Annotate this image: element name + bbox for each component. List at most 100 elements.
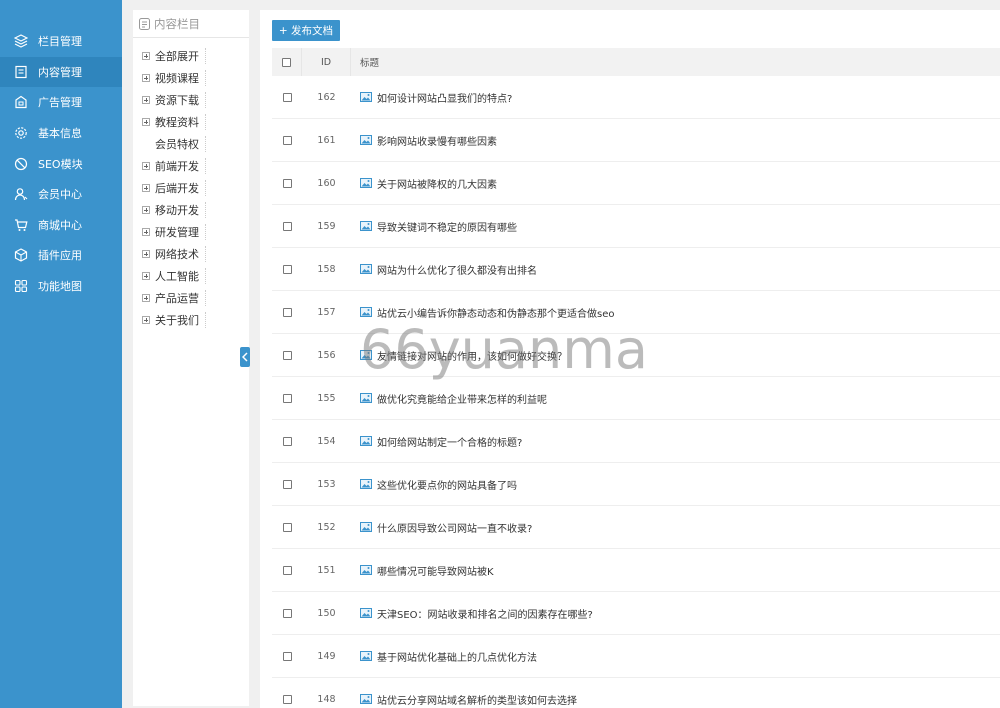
image-icon [360,135,372,145]
row-title-link[interactable]: 天津SEO：网站收录和排名之间的因素存在哪些? [377,606,593,621]
tree-item[interactable]: 教程资料 [133,111,249,133]
sidebar-item-basic-info[interactable]: 基本信息 [0,118,122,149]
row-title-link[interactable]: 哪些情况可能导致网站被K [377,563,494,578]
row-checkbox[interactable] [282,608,292,618]
sidebar-item-ad-management[interactable]: 广告管理 [0,87,122,118]
tree-item[interactable]: 移动开发 [133,199,249,221]
header-id: ID [302,48,351,76]
row-title-link[interactable]: 如何给网站制定一个合格的标题? [377,434,522,449]
row-checkbox[interactable] [282,522,292,532]
image-icon [360,307,372,317]
table-row: 159 导致关键词不稳定的原因有哪些 [272,205,1000,248]
row-checkbox[interactable] [282,694,292,704]
tree-item-label: 移动开发 [155,202,206,218]
tree-item[interactable]: 人工智能 [133,265,249,287]
image-icon [360,92,372,102]
row-id: 158 [317,263,336,275]
row-checkbox[interactable] [282,92,292,102]
row-title-link[interactable]: 站优云分享网站域名解析的类型该如何去选择 [377,692,577,707]
expand-icon[interactable] [142,96,150,104]
row-title-link[interactable]: 这些优化要点你的网站具备了吗 [377,477,517,492]
sidebar-item-member-center[interactable]: 会员中心 [0,179,122,210]
content-tree-panel: 内容栏目 全部展开 视频课程 资源下载 教程资料 会员特权 前端开发 后端开发 移动开发 研发管… [133,10,249,706]
tree-item[interactable]: 资源下载 [133,89,249,111]
row-title-link[interactable]: 关于网站被降权的几大因素 [377,176,497,191]
tree-item[interactable]: 研发管理 [133,221,249,243]
expand-icon[interactable] [142,118,150,126]
row-checkbox[interactable] [282,221,292,231]
tree-item[interactable]: 会员特权 [133,133,249,155]
expand-icon[interactable] [142,74,150,82]
header-check-cell [272,48,302,76]
sidebar-item-mall-center[interactable]: 商城中心 [0,210,122,241]
chevron-left-icon [242,352,248,362]
row-check-cell [272,592,302,634]
expand-icon[interactable] [142,250,150,258]
row-title-link[interactable]: 做优化究竟能给企业带来怎样的利益呢 [377,391,547,406]
expand-icon[interactable] [142,316,150,324]
grid-icon [14,279,28,293]
row-title-link[interactable]: 什么原因导致公司网站一直不收录? [377,520,532,535]
row-title-link[interactable]: 基于网站优化基础上的几点优化方法 [377,649,537,664]
tree-item-label: 资源下载 [155,92,206,108]
row-title-link[interactable]: 导致关键词不稳定的原因有哪些 [377,219,517,234]
row-title-cell: 哪些情况可能导致网站被K [351,549,1000,591]
row-checkbox[interactable] [282,264,292,274]
tree-item[interactable]: 产品运营 [133,287,249,309]
row-title-link[interactable]: 网站为什么优化了很久都没有出排名 [377,262,537,277]
row-checkbox[interactable] [282,479,292,489]
sidebar-item-label: 内容管理 [38,65,82,79]
expand-icon[interactable] [142,52,150,60]
tree-item[interactable]: 关于我们 [133,309,249,331]
row-checkbox[interactable] [282,135,292,145]
row-title-cell: 影响网站收录慢有哪些因素 [351,119,1000,161]
row-checkbox[interactable] [282,178,292,188]
expand-icon[interactable] [142,272,150,280]
row-checkbox[interactable] [282,307,292,317]
row-check-cell [272,506,302,548]
row-title-link[interactable]: 如何设计网站凸显我们的特点? [377,90,512,105]
table-header: ID 标题 [272,48,1000,76]
row-id: 152 [317,521,336,533]
tree-item-label: 前端开发 [155,158,206,174]
table-row: 150 天津SEO：网站收录和排名之间的因素存在哪些? [272,592,1000,635]
row-checkbox[interactable] [282,651,292,661]
cube-icon [14,248,28,263]
row-title-link[interactable]: 友情链接对网站的作用，该如何做好交换？ [377,348,567,363]
expand-icon[interactable] [142,228,150,236]
tree-item[interactable]: 后端开发 [133,177,249,199]
tree-item[interactable]: 全部展开 [133,45,249,67]
expand-icon[interactable] [142,162,150,170]
sidebar-item-content-management[interactable]: 内容管理 [0,56,122,88]
sidebar-item-plugin-apps[interactable]: 插件应用 [0,240,122,271]
user-icon [14,187,28,201]
collapse-panel-button[interactable] [240,347,250,367]
sidebar-item-seo[interactable]: SEO模块 [0,148,122,179]
tree-item[interactable]: 网络技术 [133,243,249,265]
tree-item-label: 关于我们 [155,312,206,328]
publish-document-button[interactable]: + 发布文档 [272,20,340,41]
row-checkbox[interactable] [282,393,292,403]
expand-icon[interactable] [142,294,150,302]
expand-icon[interactable] [142,206,150,214]
image-icon [360,651,372,661]
tree-item[interactable]: 前端开发 [133,155,249,177]
tree-list: 全部展开视频课程资源下载教程资料 会员特权前端开发后端开发移动开发研发管理 网络技术… [133,38,249,331]
document-table: ID 标题 162 如何设计网站凸显我们的特点? 161 影响网站收录慢有哪些因素 16… [272,48,1000,708]
select-all-checkbox[interactable] [282,57,291,67]
expand-icon[interactable] [142,184,150,192]
row-title-link[interactable]: 站优云小编告诉你静态动态和伪静态那个更适合做seo [377,305,614,320]
row-checkbox[interactable] [282,350,292,360]
header-title: 标题 [360,58,380,69]
image-icon [360,436,372,446]
sidebar-item-feature-map[interactable]: 功能地图 [0,271,122,302]
row-title-link[interactable]: 影响网站收录慢有哪些因素 [377,133,497,148]
row-id: 157 [317,306,336,318]
sidebar-item-column-management[interactable]: 栏目管理 [0,26,122,57]
table-row: 152 什么原因导致公司网站一直不收录? [272,506,1000,549]
row-checkbox[interactable] [282,436,292,446]
tree-item[interactable]: 视频课程 [133,67,249,89]
tree-item-label: 视频课程 [155,70,206,86]
row-check-cell [272,205,302,247]
row-checkbox[interactable] [282,565,292,575]
